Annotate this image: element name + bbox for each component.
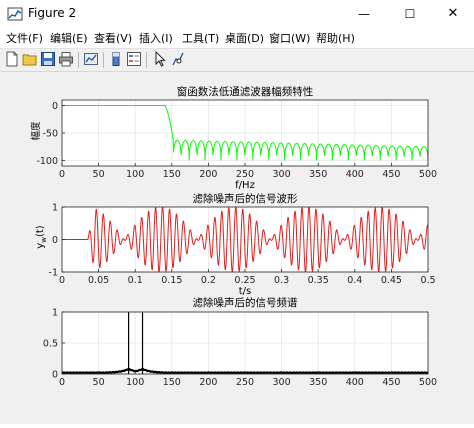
figure-window: Figure 2 — ☐ ✕ 文件(F) 编辑(E) 查看(V) 插入(I) 工… (0, 0, 474, 424)
x-tick-label: 350 (309, 377, 327, 388)
x-tick-label: 500 (419, 377, 437, 388)
x-tick-label: 0 (59, 275, 65, 286)
close-button[interactable]: ✕ (431, 0, 474, 28)
y-tick-label: -1 (49, 268, 58, 279)
x-tick-label: 0.15 (161, 275, 182, 286)
y-tick-label: 0 (52, 101, 58, 112)
matlab-figure-icon (7, 7, 23, 21)
y-tick-label: -100 (36, 156, 58, 167)
x-tick-label: 50 (93, 169, 105, 180)
x-tick-label: 400 (346, 169, 364, 180)
insert-legend-icon[interactable] (126, 51, 142, 67)
open-file-icon[interactable] (22, 51, 38, 67)
x-tick-label: 0.5 (420, 275, 435, 286)
y-tick-label: 1 (52, 203, 58, 214)
menu-view[interactable]: 查看(V) (94, 30, 132, 46)
menu-file[interactable]: 文件(F) (6, 30, 43, 46)
save-icon[interactable] (40, 51, 56, 67)
x-tick-label: 100 (126, 377, 144, 388)
toolbar-separator (78, 52, 79, 68)
x-tick-label: 300 (273, 169, 291, 180)
menu-window[interactable]: 窗口(W) (269, 30, 310, 46)
x-tick-label: 200 (199, 169, 217, 180)
toolbar-separator (146, 52, 147, 68)
figure-canvas: 窗函数法低通滤波器幅频特性 f/Hz 幅度 0 50 100 150 200 250 300… (0, 72, 474, 424)
edit-plot-arrow-icon[interactable] (152, 51, 168, 67)
link-plot-icon[interactable] (83, 51, 99, 67)
x-tick-label: 0 (59, 377, 65, 388)
x-tick-label: 250 (236, 377, 254, 388)
title-bar: Figure 2 — ☐ ✕ (0, 0, 474, 28)
plot-title: 滤除噪声后的信号波形 (193, 192, 298, 205)
x-tick-label: 0 (59, 169, 65, 180)
plot-title: 窗函数法低通滤波器幅频特性 (177, 85, 314, 98)
x-tick-label: 0.1 (128, 275, 143, 286)
y-tick-label: 1 (52, 308, 58, 319)
menu-insert[interactable]: 插入(I) (139, 30, 173, 46)
figure-plots[interactable]: 窗函数法低通滤波器幅频特性 f/Hz 幅度 0 50 100 150 200 250 300… (0, 72, 474, 424)
x-tick-label: 300 (273, 377, 291, 388)
window-title: Figure 2 (28, 6, 77, 20)
x-tick-label: 0.45 (381, 275, 402, 286)
x-tick-label: 150 (163, 169, 181, 180)
subplot-filtered-waveform[interactable]: 滤除噪声后的信号波形 t/s yw(t) 0 0.05 0.1 0.15 0.2 0.25… (35, 192, 436, 297)
y-tick-label: 0 (52, 235, 58, 246)
subplot-frequency-response[interactable]: 窗函数法低通滤波器幅频特性 f/Hz 幅度 0 50 100 150 200 250 300… (30, 85, 437, 191)
x-tick-label: 150 (163, 377, 181, 388)
x-tick-label: 450 (382, 377, 400, 388)
minimize-button[interactable]: — (342, 0, 386, 28)
subplot-filtered-spectrum[interactable]: 滤除噪声后的信号频谱 0 50 100 150 200 250 300 350 400 450 50… (43, 296, 437, 388)
x-axis-label: t/s (239, 286, 252, 297)
menu-desktop[interactable]: 桌面(D) (225, 30, 264, 46)
y-tick-label: -50 (42, 129, 58, 140)
x-tick-label: 100 (126, 169, 144, 180)
x-tick-label: 0.35 (308, 275, 329, 286)
menu-bar: 文件(F) 编辑(E) 查看(V) 插入(I) 工具(T) 桌面(D) 窗口(W… (0, 28, 474, 48)
x-tick-label: 0.05 (88, 275, 109, 286)
print-icon[interactable] (58, 51, 74, 67)
x-tick-label: 0.3 (274, 275, 289, 286)
x-tick-label: 0.25 (234, 275, 255, 286)
x-tick-label: 350 (309, 169, 327, 180)
x-tick-label: 0.4 (347, 275, 362, 286)
y-tick-label: 0 (52, 370, 58, 381)
y-axis-label: 幅度 (30, 121, 42, 141)
x-tick-label: 450 (382, 169, 400, 180)
x-tick-label: 400 (346, 377, 364, 388)
x-tick-label: 250 (236, 169, 254, 180)
x-tick-label: 50 (93, 377, 105, 388)
figure-toolbar (0, 48, 474, 72)
y-tick-label: 0.5 (43, 339, 58, 350)
y-axis-label: yw(t) (35, 225, 48, 248)
x-tick-label: 500 (419, 169, 437, 180)
x-tick-label: 0.2 (201, 275, 216, 286)
plot-title: 滤除噪声后的信号频谱 (193, 296, 298, 309)
x-axis-label: f/Hz (235, 180, 255, 191)
maximize-button[interactable]: ☐ (388, 0, 432, 28)
menu-help[interactable]: 帮助(H) (316, 30, 355, 46)
insert-colorbar-icon[interactable] (108, 51, 124, 67)
menu-tools[interactable]: 工具(T) (182, 30, 219, 46)
menu-edit[interactable]: 编辑(E) (50, 30, 88, 46)
x-tick-label: 200 (199, 377, 217, 388)
toolbar-separator (103, 52, 104, 68)
new-figure-icon[interactable] (4, 51, 20, 67)
data-cursor-icon[interactable] (170, 51, 186, 67)
